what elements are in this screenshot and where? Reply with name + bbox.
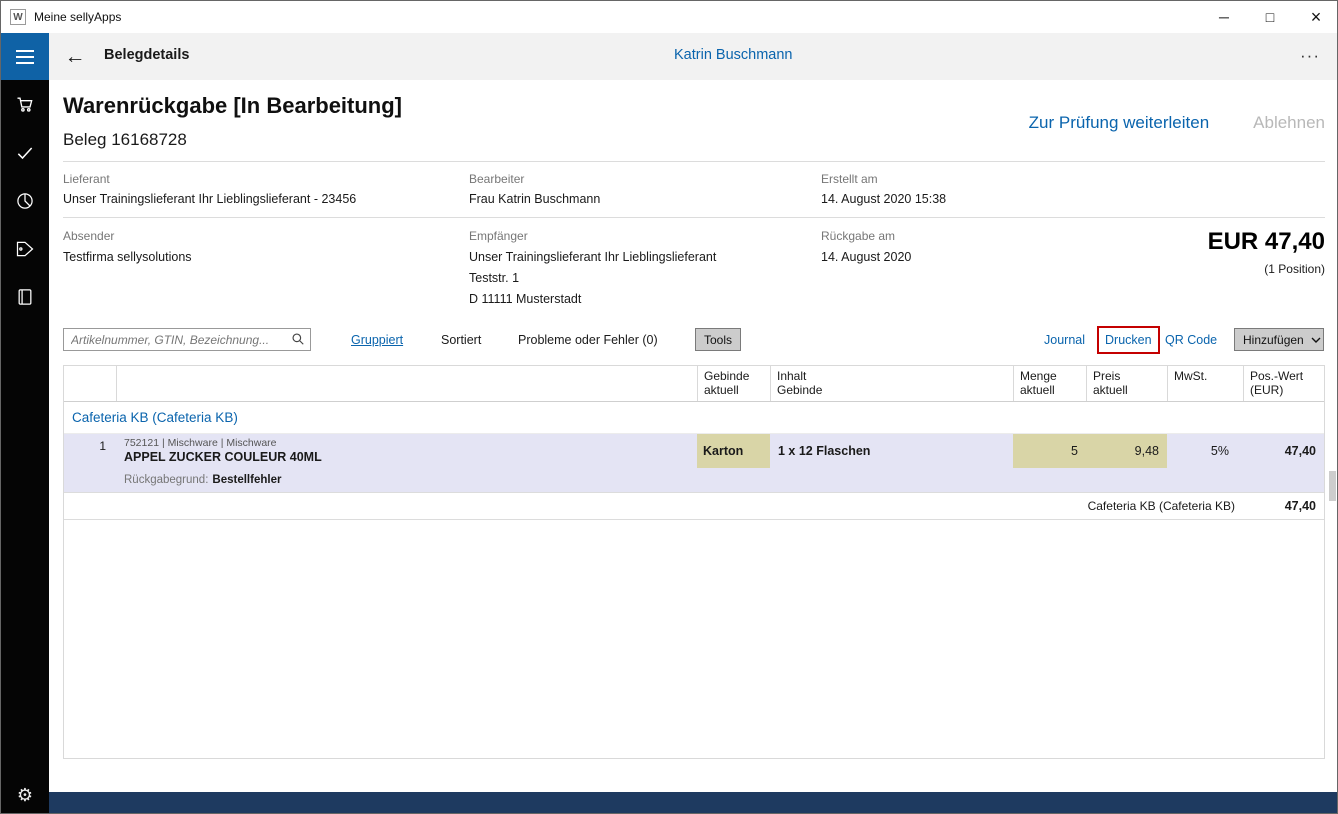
document-number: Beleg 16168728 [63,130,187,150]
sidebar-item-tasks[interactable] [1,133,49,173]
drucken-link[interactable]: Drucken [1105,333,1152,347]
positions-table: Gebindeaktuell InhaltGebinde Mengeaktuel… [63,365,1325,759]
empfaenger-line3: D 11111 Musterstadt [469,292,581,306]
article-cell: 752121 | Mischware | Mischware APPEL ZUC… [116,434,697,468]
group-summary-row: Cafeteria KB (Cafeteria KB) 47,40 [64,492,1324,520]
col-preis: Preisaktuell [1086,366,1167,401]
sidebar-item-cart[interactable] [1,84,49,124]
user-name-button[interactable]: Katrin Buschmann [674,47,792,63]
empfaenger-line1: Unser Trainingslieferant Ihr Lieblingsli… [469,250,716,264]
sortiert-toggle[interactable]: Sortiert [441,333,481,347]
close-button[interactable]: × [1293,1,1338,33]
return-reason-value: Bestellfehler [212,474,281,486]
gruppiert-toggle[interactable]: Gruppiert [351,333,403,347]
sidebar-item-journal[interactable] [1,277,49,317]
group-summary-label: Cafeteria KB (Cafeteria KB) [64,493,1243,519]
search-input[interactable] [63,328,311,351]
group-header-link[interactable]: Cafeteria KB (Cafeteria KB) [72,410,238,425]
app-title: Meine sellyApps [34,10,121,24]
cart-icon [15,94,35,114]
rueckgabe-value: 14. August 2020 [821,250,911,264]
table-header-row: Gebindeaktuell InhaltGebinde Mengeaktuel… [64,366,1324,402]
settings-button[interactable]: ⚙ [1,781,49,809]
hinzufuegen-label: Hinzufügen [1243,333,1304,347]
table-row[interactable]: 1 752121 | Mischware | Mischware APPEL Z… [64,434,1324,468]
pie-chart-icon [15,191,35,211]
header-bar: ← Belegdetails Katrin Buschmann ··· [1,33,1338,80]
article-name: APPEL ZUCKER COULEUR 40ML [124,450,322,465]
journal-link[interactable]: Journal [1044,333,1085,347]
chevron-down-icon [1311,333,1321,347]
empfaenger-line2: Teststr. 1 [469,271,519,285]
rueckgabe-label: Rückgabe am [821,229,895,243]
sidebar-item-statistics[interactable] [1,181,49,221]
preis-cell[interactable]: 9,48 [1086,434,1167,468]
hinzufuegen-dropdown[interactable]: Hinzufügen [1234,328,1324,351]
bearbeiter-label: Bearbeiter [469,172,524,186]
col-rownum [64,366,116,401]
bottom-status-bar [49,792,1338,814]
poswert-cell: 47,40 [1243,434,1324,468]
menge-cell[interactable]: 5 [1013,434,1086,468]
app-window: W Meine sellyApps ─ □ × ← Belegdetails K… [0,0,1338,814]
scrollbar-thumb[interactable] [1329,471,1336,501]
page-header-title: Belegdetails [104,47,189,63]
empfaenger-label: Empfänger [469,229,528,243]
gebinde-cell[interactable]: Karton [697,434,770,468]
hamburger-menu-button[interactable] [1,33,49,80]
row-number: 1 [64,434,116,468]
absender-label: Absender [63,229,114,243]
back-button[interactable]: ← [59,41,91,73]
sidebar: ⚙ [1,80,49,814]
search-box [63,328,311,351]
book-icon [15,287,35,307]
col-poswert: Pos.-Wert(EUR) [1243,366,1324,401]
position-count: (1 Position) [1264,262,1325,276]
divider [63,161,1325,162]
minimize-button[interactable]: ─ [1201,1,1247,33]
bearbeiter-value: Frau Katrin Buschmann [469,192,600,206]
window-controls: ─ □ × [1201,1,1338,33]
main-content: Warenrückgabe [In Bearbeitung] Beleg 161… [49,80,1338,792]
maximize-button[interactable]: □ [1247,1,1293,33]
col-article [116,366,697,401]
app-icon: W [10,9,26,25]
lieferant-value: Unser Trainingslieferant Ihr Lieblingsli… [63,192,356,206]
return-reason-label: Rückgabegrund: [124,474,208,486]
check-icon [15,143,35,163]
more-options-button[interactable]: ··· [1293,39,1327,73]
absender-value: Testfirma sellysolutions [63,250,192,264]
group-summary-value: 47,40 [1243,493,1324,519]
article-meta: 752121 | Mischware | Mischware [124,437,277,450]
titlebar: W Meine sellyApps ─ □ × [1,1,1338,33]
hamburger-icon [16,56,34,58]
lieferant-label: Lieferant [63,172,110,186]
document-total: EUR 47,40 [1208,228,1325,256]
drucken-highlight-box: Drucken [1097,326,1160,354]
search-icon[interactable] [291,332,305,351]
document-title: Warenrückgabe [In Bearbeitung] [63,93,402,119]
item-toolbar: Gruppiert Sortiert Probleme oder Fehler … [49,326,1338,356]
mwst-cell: 5% [1167,434,1243,468]
group-header-row: Cafeteria KB (Cafeteria KB) [64,402,1324,434]
divider [63,217,1325,218]
col-menge: Mengeaktuell [1013,366,1086,401]
document-actions: Zur Prüfung weiterleiten Ablehnen [1029,113,1325,133]
return-reason-row: Rückgabegrund: Bestellfehler [64,468,1324,492]
col-inhalt: InhaltGebinde [770,366,1013,401]
erstellt-label: Erstellt am [821,172,878,186]
probleme-fehler-link[interactable]: Probleme oder Fehler (0) [518,333,658,347]
col-gebinde: Gebindeaktuell [697,366,770,401]
qr-code-link[interactable]: QR Code [1165,333,1217,347]
tag-icon [15,239,35,259]
forward-for-review-button[interactable]: Zur Prüfung weiterleiten [1029,113,1209,133]
gear-icon: ⚙ [17,785,33,805]
inhalt-cell: 1 x 12 Flaschen [770,434,1013,468]
col-mwst: MwSt. [1167,366,1243,401]
tools-button[interactable]: Tools [695,328,741,351]
sidebar-item-prices[interactable] [1,229,49,269]
erstellt-value: 14. August 2020 15:38 [821,192,946,206]
reject-button[interactable]: Ablehnen [1253,113,1325,133]
